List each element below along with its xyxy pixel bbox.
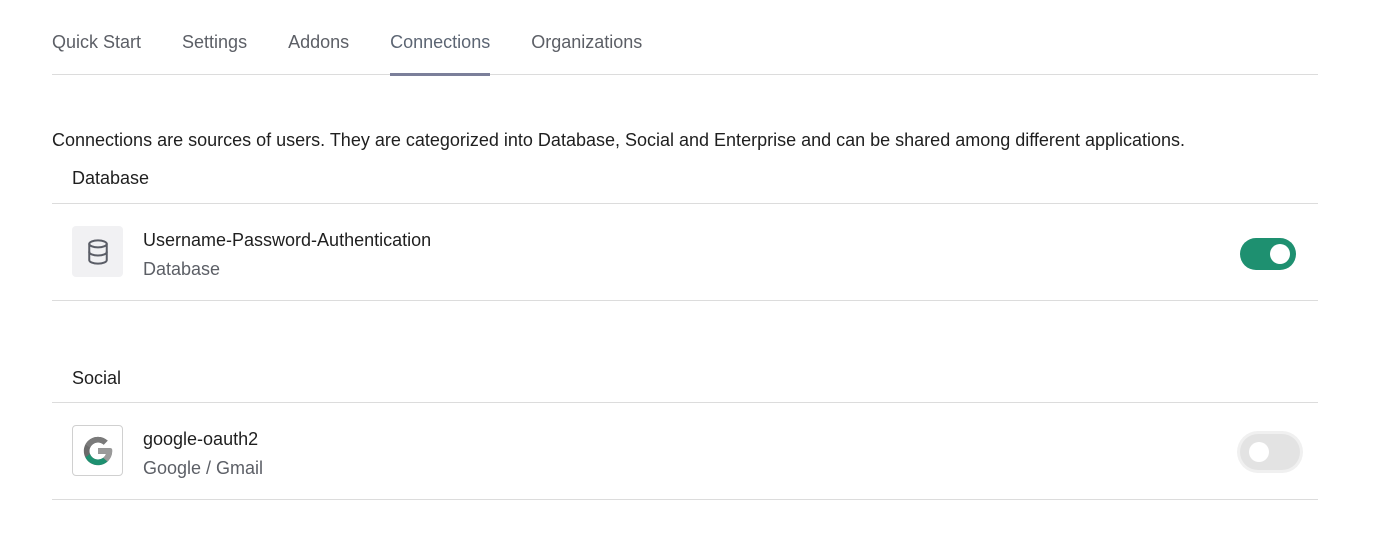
toggle-knob: [1270, 244, 1290, 264]
tab-addons[interactable]: Addons: [288, 0, 349, 75]
connection-row-database: Username-Password-Authentication Databas…: [52, 203, 1318, 301]
tab-quick-start[interactable]: Quick Start: [52, 0, 141, 75]
tab-bar: Quick Start Settings Addons Connections …: [52, 0, 1318, 76]
connection-toggle-database[interactable]: [1240, 238, 1296, 270]
connections-page: Quick Start Settings Addons Connections …: [0, 0, 1400, 541]
connection-name[interactable]: google-oauth2: [143, 429, 258, 450]
connection-toggle-google[interactable]: [1240, 434, 1300, 470]
connection-type: Database: [143, 259, 221, 279]
database-icon: [72, 226, 123, 277]
tab-settings[interactable]: Settings: [182, 0, 247, 75]
connection-name[interactable]: Username-Password-Authentication: [143, 230, 431, 251]
tab-connections[interactable]: Connections: [390, 0, 491, 76]
section-title-social: Social: [72, 368, 122, 388]
google-icon: [72, 425, 123, 476]
toggle-knob: [1249, 442, 1269, 462]
connections-description: Connections are sources of users. They a…: [52, 130, 1186, 150]
connection-row-google: google-oauth2 Google / Gmail: [52, 402, 1318, 500]
section-title-database: Database: [72, 168, 150, 188]
connection-type: Google / Gmail: [143, 458, 264, 478]
tab-organizations[interactable]: Organizations: [531, 0, 642, 75]
